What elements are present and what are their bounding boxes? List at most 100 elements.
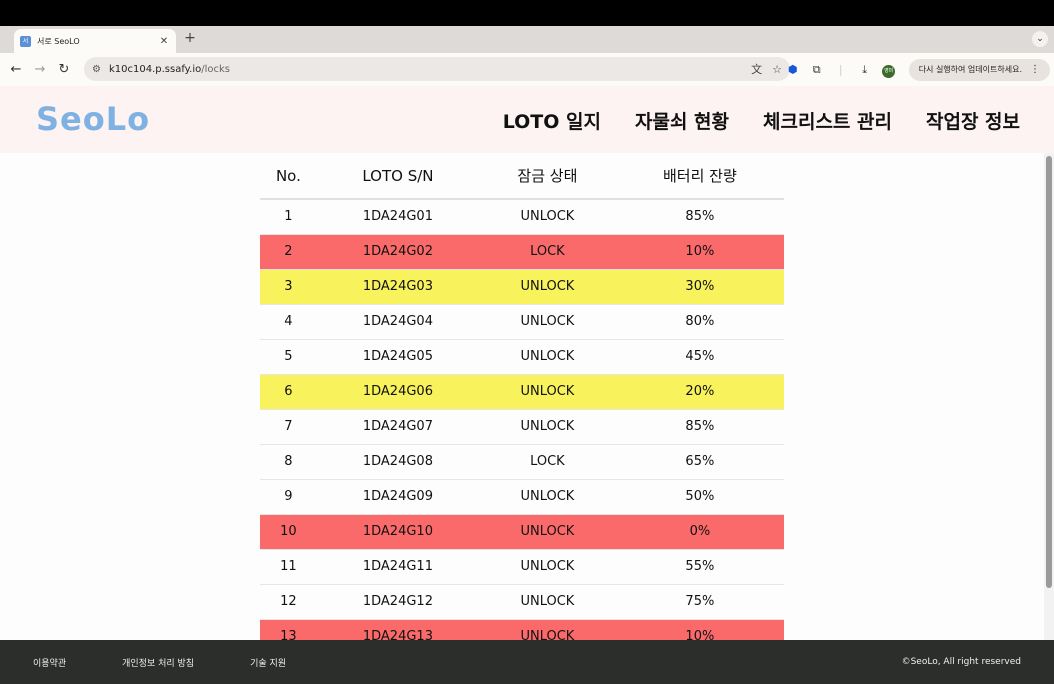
- cell-sn: 1DA24G11: [316, 549, 480, 585]
- cell-no: 13: [260, 619, 317, 640]
- table-row[interactable]: 6 1DA24G06 UNLOCK 20%: [260, 374, 784, 410]
- cell-no: 6: [260, 374, 317, 410]
- cell-sn: 1DA24G08: [316, 444, 480, 480]
- table-row[interactable]: 9 1DA24G09 UNLOCK 50%: [260, 479, 784, 515]
- browser-toolbar: ← → ↻ ⚙ k10c104.p.ssafy.io/locks 文 ☆ ⬢ ⧉…: [0, 53, 1054, 86]
- header-battery: 배터리 잔량: [615, 153, 784, 200]
- table-row[interactable]: 4 1DA24G04 UNLOCK 80%: [260, 304, 784, 340]
- cell-sn: 1DA24G02: [316, 234, 480, 270]
- cell-battery: 45%: [615, 339, 784, 375]
- divider: |: [838, 63, 843, 76]
- cell-battery: 85%: [615, 199, 784, 235]
- cell-status: UNLOCK: [479, 199, 616, 235]
- cell-sn: 1DA24G03: [316, 269, 480, 305]
- cell-status: UNLOCK: [479, 549, 616, 585]
- cell-no: 2: [260, 234, 317, 270]
- scrollbar-thumb[interactable]: [1046, 156, 1052, 588]
- cell-battery: 20%: [615, 374, 784, 410]
- url-text[interactable]: k10c104.p.ssafy.io/locks: [109, 64, 741, 75]
- nav-lock-status[interactable]: 자물쇠 현황: [635, 107, 729, 134]
- web-page: SeoLo LOTO 일지 자물쇠 현황 체크리스트 관리 작업장 정보 No.…: [0, 86, 1054, 684]
- header-no: No.: [260, 153, 317, 200]
- cell-sn: 1DA24G01: [316, 199, 480, 235]
- shield-icon[interactable]: ⬢: [781, 63, 805, 76]
- new-tab-icon[interactable]: +: [182, 30, 198, 46]
- menu-dots-icon[interactable]: ⋮: [1030, 64, 1040, 75]
- cell-no: 10: [260, 514, 317, 550]
- site-header: SeoLo LOTO 일지 자물쇠 현황 체크리스트 관리 작업장 정보: [0, 86, 1054, 153]
- nav-workplace[interactable]: 작업장 정보: [926, 107, 1020, 134]
- site-settings-icon[interactable]: ⚙: [92, 64, 101, 75]
- cell-no: 4: [260, 304, 317, 340]
- logo[interactable]: SeoLo: [36, 100, 150, 138]
- cell-status: UNLOCK: [479, 374, 616, 410]
- translate-icon[interactable]: 文: [751, 61, 762, 77]
- table-body: 1 1DA24G01 UNLOCK 85% 2 1DA24G02 LOCK 10% 3 1DA24…: [260, 199, 784, 640]
- cell-status: UNLOCK: [479, 409, 616, 445]
- cell-battery: 80%: [615, 304, 784, 340]
- tab-strip: 서로 서로 SeoLO ✕ + ⌄: [0, 26, 1054, 56]
- locks-table: No. LOTO S/N 잠금 상태 배터리 잔량 1 1DA24G01 UNLOC…: [260, 153, 784, 640]
- table-row[interactable]: 12 1DA24G12 UNLOCK 75%: [260, 584, 784, 620]
- cell-status: UNLOCK: [479, 619, 616, 640]
- cell-status: UNLOCK: [479, 304, 616, 340]
- close-icon[interactable]: ✕: [158, 36, 170, 47]
- forward-icon[interactable]: →: [28, 62, 52, 77]
- tab-title: 서로 SeoLO: [37, 36, 80, 46]
- update-label: 다시 실행하여 업데이트하세요.: [918, 65, 1022, 74]
- cell-no: 12: [260, 584, 317, 620]
- cell-sn: 1DA24G09: [316, 479, 480, 515]
- nav-loto-log[interactable]: LOTO 일지: [503, 107, 601, 134]
- cell-battery: 30%: [615, 269, 784, 305]
- address-bar[interactable]: ⚙ k10c104.p.ssafy.io/locks 文 ☆: [84, 57, 790, 81]
- table-row[interactable]: 1 1DA24G01 UNLOCK 85%: [260, 199, 784, 235]
- footer-support[interactable]: 기술 지원: [250, 656, 286, 669]
- cell-no: 5: [260, 339, 317, 375]
- table-row[interactable]: 11 1DA24G11 UNLOCK 55%: [260, 549, 784, 585]
- cell-no: 1: [260, 199, 317, 235]
- footer-privacy[interactable]: 개인정보 처리 방침: [122, 656, 194, 669]
- back-icon[interactable]: ←: [4, 62, 28, 77]
- cell-status: UNLOCK: [479, 339, 616, 375]
- url-host: k10c104.p.ssafy.io: [108, 63, 202, 75]
- cell-sn: 1DA24G07: [316, 409, 480, 445]
- cell-battery: 10%: [615, 619, 784, 640]
- toolbar-right: ⬢ ⧉ | ⤓ 영미 다시 실행하여 업데이트하세요. ⋮: [781, 53, 1054, 86]
- update-button[interactable]: 다시 실행하여 업데이트하세요. ⋮: [908, 58, 1050, 81]
- cell-status: UNLOCK: [479, 514, 616, 550]
- cell-status: UNLOCK: [479, 269, 616, 305]
- table-row[interactable]: 3 1DA24G03 UNLOCK 30%: [260, 269, 784, 305]
- cell-status: UNLOCK: [479, 479, 616, 515]
- cell-battery: 75%: [615, 584, 784, 620]
- site-footer: 이용약관 개인정보 처리 방침 기술 지원 ©SeoLo, All right …: [0, 640, 1054, 684]
- download-icon[interactable]: ⤓: [853, 63, 877, 77]
- main-content: No. LOTO S/N 잠금 상태 배터리 잔량 1 1DA24G01 UNLOC…: [0, 153, 1054, 640]
- nav-checklist[interactable]: 체크리스트 관리: [763, 107, 892, 134]
- table-row[interactable]: 7 1DA24G07 UNLOCK 85%: [260, 409, 784, 445]
- extensions-icon[interactable]: ⧉: [805, 63, 829, 77]
- footer-terms[interactable]: 이용약관: [33, 656, 66, 669]
- cell-sn: 1DA24G13: [316, 619, 480, 640]
- header-status: 잠금 상태: [479, 153, 616, 200]
- chevron-down-icon[interactable]: ⌄: [1032, 31, 1048, 47]
- cell-no: 3: [260, 269, 317, 305]
- copyright: ©SeoLo, All right reserved: [901, 657, 1021, 667]
- table-row[interactable]: 2 1DA24G02 LOCK 10%: [260, 234, 784, 270]
- cell-status: LOCK: [479, 234, 616, 270]
- browser-tab[interactable]: 서로 서로 SeoLO ✕: [14, 29, 176, 56]
- cell-battery: 50%: [615, 479, 784, 515]
- cell-battery: 10%: [615, 234, 784, 270]
- profile-avatar[interactable]: 영미: [877, 62, 901, 78]
- table-row[interactable]: 10 1DA24G10 UNLOCK 0%: [260, 514, 784, 550]
- cell-sn: 1DA24G12: [316, 584, 480, 620]
- cell-sn: 1DA24G06: [316, 374, 480, 410]
- window-top-bar: [0, 0, 1054, 26]
- cell-status: LOCK: [479, 444, 616, 480]
- table-row[interactable]: 5 1DA24G05 UNLOCK 45%: [260, 339, 784, 375]
- cell-battery: 65%: [615, 444, 784, 480]
- table-row[interactable]: 13 1DA24G13 UNLOCK 10%: [260, 619, 784, 640]
- cell-battery: 0%: [615, 514, 784, 550]
- header-sn: LOTO S/N: [316, 153, 480, 200]
- table-row[interactable]: 8 1DA24G08 LOCK 65%: [260, 444, 784, 480]
- reload-icon[interactable]: ↻: [52, 62, 76, 77]
